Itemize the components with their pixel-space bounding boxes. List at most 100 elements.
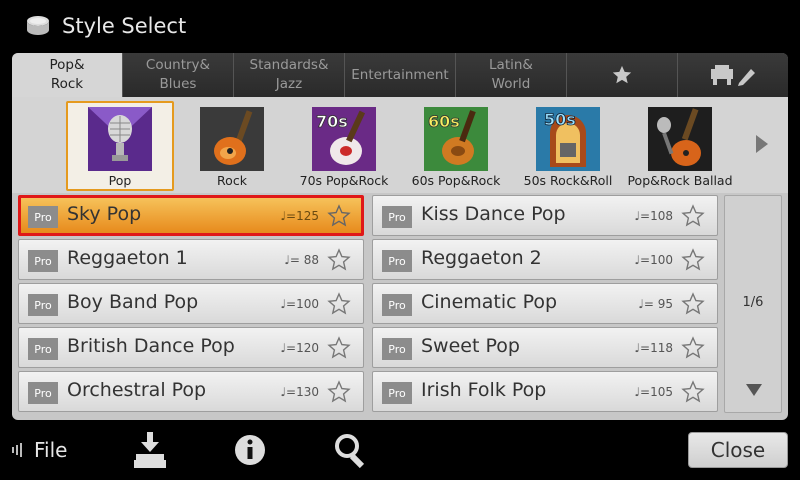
style-list: Pro Sky Pop ♩=125 Pro Reggaeton 1 ♩= 88 … — [18, 195, 722, 415]
microphone-icon — [88, 107, 152, 171]
category-rock[interactable]: Rock — [178, 101, 286, 191]
guitar-60s-icon: 60s — [424, 107, 488, 171]
favorite-star-icon[interactable] — [327, 336, 351, 360]
style-row[interactable]: Pro British Dance Pop ♩=120 — [18, 327, 364, 368]
style-tempo: ♩=130 — [280, 385, 319, 399]
style-tempo: ♩=118 — [634, 341, 673, 355]
style-row[interactable]: Pro Cinematic Pop ♩= 95 — [372, 283, 718, 324]
style-row[interactable]: Pro Orchestral Pop ♩=130 — [18, 371, 364, 412]
favorite-star-icon[interactable] — [681, 336, 705, 360]
tab-country-blues[interactable]: Country& Blues — [122, 53, 233, 97]
file-button[interactable]: File — [34, 438, 67, 462]
style-tempo: ♩=100 — [634, 253, 673, 267]
style-name: British Dance Pop — [67, 335, 235, 357]
style-name: Sweet Pop — [421, 335, 520, 357]
category-label: 60s Pop&Rock — [411, 173, 501, 188]
favorite-star-icon[interactable] — [327, 204, 351, 228]
style-row[interactable]: Pro Irish Folk Pop ♩=105 — [372, 371, 718, 412]
category-strip: Pop Rock 70s 70s Pop&Rock 60s 60s Pop&Ro… — [12, 97, 788, 193]
style-name: Sky Pop — [67, 203, 142, 225]
style-row[interactable]: Pro Reggaeton 1 ♩= 88 — [18, 239, 364, 280]
page-down-arrow-icon[interactable] — [744, 382, 764, 398]
guitar-70s-icon: 70s — [312, 107, 376, 171]
save-icon[interactable] — [132, 430, 168, 470]
favorite-star-icon[interactable] — [681, 248, 705, 272]
tab-pop-rock[interactable]: Pop& Rock — [12, 53, 122, 97]
pro-badge: Pro — [28, 250, 58, 272]
category-pop[interactable]: Pop — [66, 101, 174, 191]
pro-badge: Pro — [28, 382, 58, 404]
tab-entertainment[interactable]: Entertainment — [344, 53, 455, 97]
category-tabs: Pop& Rock Country& Blues Standards& Jazz… — [12, 53, 788, 97]
category-50s-rock-roll[interactable]: 50s 50s Rock&Roll — [514, 101, 622, 191]
favorite-star-icon[interactable] — [681, 292, 705, 316]
style-row[interactable]: Pro Sky Pop ♩=125 — [18, 195, 364, 236]
tab-label: Entertainment — [351, 66, 449, 83]
star-icon — [612, 65, 632, 84]
svg-text:50s: 50s — [544, 110, 576, 129]
favorite-star-icon[interactable] — [327, 380, 351, 404]
favorite-star-icon[interactable] — [681, 380, 705, 404]
page-indicator: 1/6 — [742, 295, 764, 310]
style-row[interactable]: Pro Boy Band Pop ♩=100 — [18, 283, 364, 324]
pro-badge: Pro — [28, 206, 58, 228]
search-icon[interactable] — [332, 430, 368, 470]
jukebox-50s-icon: 50s — [536, 107, 600, 171]
favorite-star-icon[interactable] — [681, 204, 705, 228]
style-tempo: ♩= 88 — [284, 253, 319, 267]
page-scroller[interactable]: 1/6 — [724, 195, 782, 413]
style-name: Cinematic Pop — [421, 291, 558, 313]
category-label: Rock — [217, 173, 247, 188]
style-tempo: ♩=125 — [280, 209, 319, 223]
style-tempo: ♩= 95 — [638, 297, 673, 311]
category-label: Pop — [108, 173, 132, 188]
category-70s-pop-rock[interactable]: 70s 70s Pop&Rock — [290, 101, 398, 191]
window-title: Style Select — [62, 14, 187, 38]
tab-label: Latin& World — [489, 57, 533, 92]
style-name: Kiss Dance Pop — [421, 203, 566, 225]
category-label: 70s Pop&Rock — [299, 173, 389, 188]
style-row[interactable]: Pro Reggaeton 2 ♩=100 — [372, 239, 718, 280]
style-name: Orchestral Pop — [67, 379, 207, 401]
category-pop-rock-ballad[interactable]: Pop&Rock Ballad — [626, 101, 734, 191]
close-button[interactable]: Close — [688, 432, 788, 468]
style-name: Reggaeton 1 — [67, 247, 188, 269]
style-tempo: ♩=105 — [634, 385, 673, 399]
guitar-icon — [200, 107, 264, 171]
svg-text:70s: 70s — [316, 112, 348, 131]
tab-latin-world[interactable]: Latin& World — [455, 53, 566, 97]
category-label: Pop&Rock Ballad — [627, 173, 733, 188]
category-60s-pop-rock[interactable]: 60s 60s Pop&Rock — [402, 101, 510, 191]
style-name: Irish Folk Pop — [421, 379, 547, 401]
info-icon[interactable] — [232, 430, 268, 470]
tab-label: Standards& Jazz — [249, 57, 329, 92]
style-tempo: ♩=120 — [280, 341, 319, 355]
style-row[interactable]: Pro Kiss Dance Pop ♩=108 — [372, 195, 718, 236]
pro-badge: Pro — [382, 338, 412, 360]
pro-badge: Pro — [28, 294, 58, 316]
file-menu-icon — [12, 443, 22, 457]
favorite-star-icon[interactable] — [327, 248, 351, 272]
style-drum-icon — [27, 16, 49, 35]
pro-badge: Pro — [382, 250, 412, 272]
style-name: Reggaeton 2 — [421, 247, 542, 269]
style-select-panel: Pop& Rock Country& Blues Standards& Jazz… — [12, 53, 788, 420]
tab-label: Pop& Rock — [49, 57, 85, 92]
next-categories-arrow-icon[interactable] — [752, 131, 772, 157]
category-label: 50s Rock&Roll — [523, 173, 613, 188]
favorite-star-icon[interactable] — [327, 292, 351, 316]
bottom-bar: File Close — [0, 420, 800, 480]
title-bar: Style Select — [0, 0, 800, 52]
tab-user[interactable] — [677, 53, 788, 97]
mic-guitar-icon — [648, 107, 712, 171]
tab-standards-jazz[interactable]: Standards& Jazz — [233, 53, 344, 97]
pro-badge: Pro — [382, 294, 412, 316]
svg-text:60s: 60s — [428, 112, 460, 131]
style-tempo: ♩=100 — [280, 297, 319, 311]
style-row[interactable]: Pro Sweet Pop ♩=118 — [372, 327, 718, 368]
tab-favorites[interactable] — [566, 53, 677, 97]
pro-badge: Pro — [382, 382, 412, 404]
pro-badge: Pro — [382, 206, 412, 228]
style-tempo: ♩=108 — [634, 209, 673, 223]
tab-label: Country& Blues — [145, 57, 211, 92]
